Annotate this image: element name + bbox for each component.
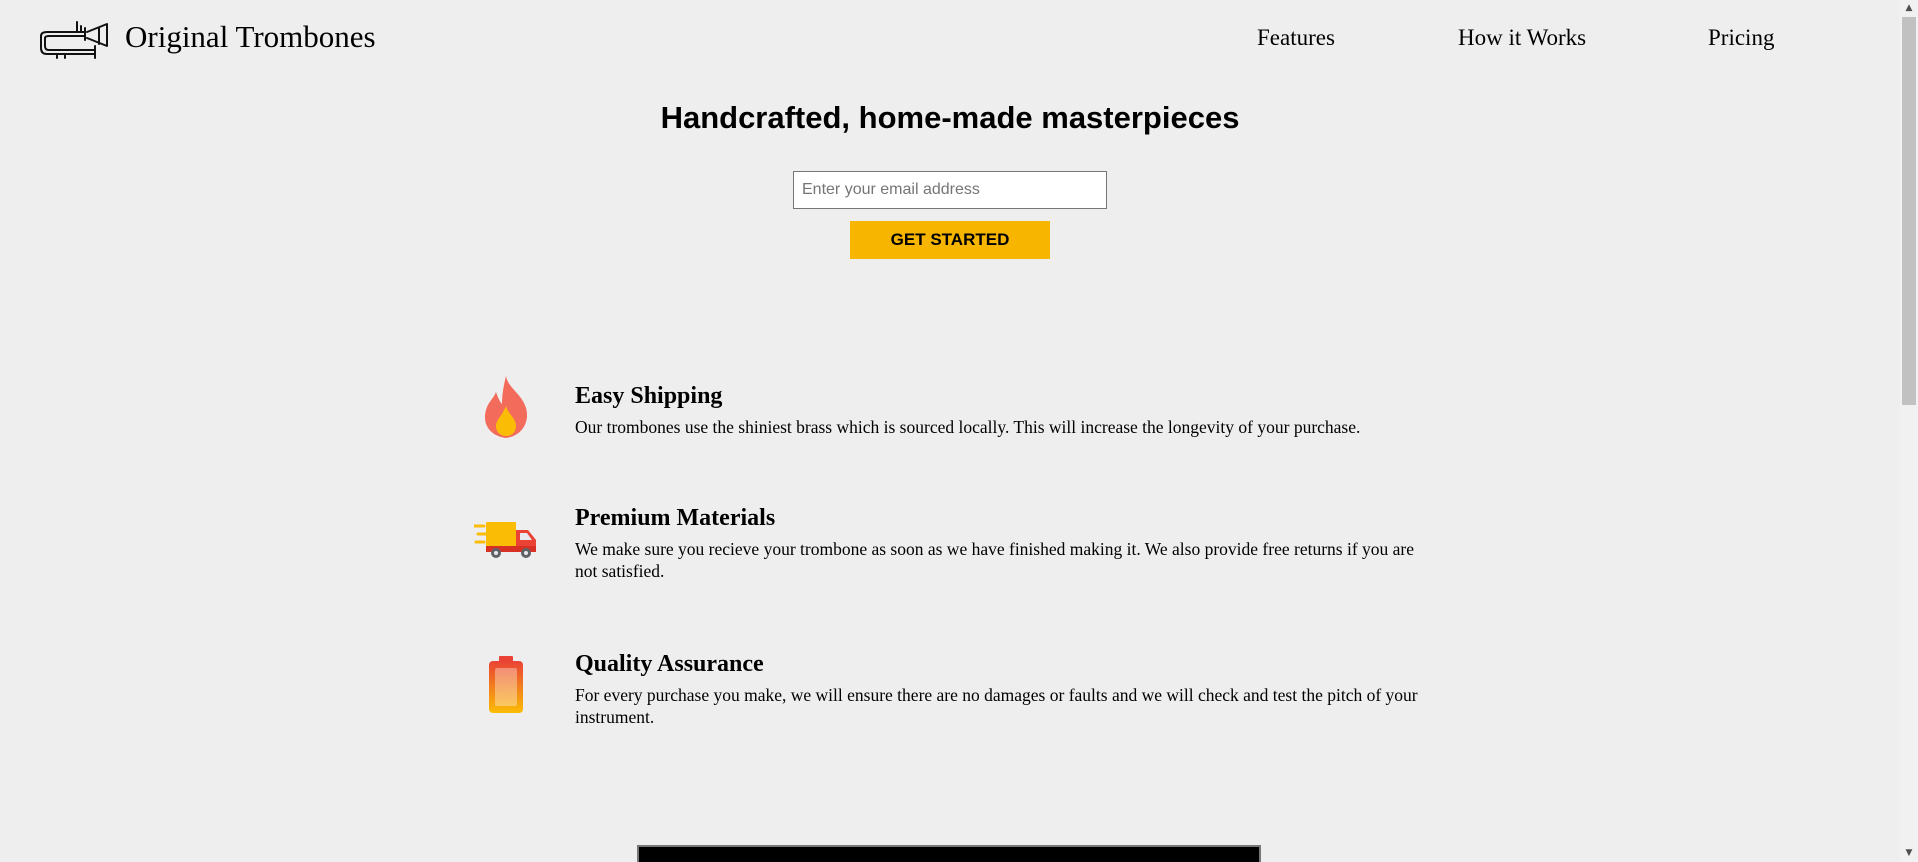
- feature-title-easy-shipping: Easy Shipping: [575, 383, 723, 409]
- hero-title: Handcrafted, home-made masterpieces: [660, 100, 1240, 135]
- trombone-icon[interactable]: [37, 14, 110, 62]
- nav-link-how-it-works[interactable]: How it Works: [1458, 25, 1586, 51]
- site-header: Original Trombones Features How it Works…: [0, 0, 1900, 80]
- nav-link-pricing[interactable]: Pricing: [1708, 25, 1774, 51]
- delivery-truck-icon: [474, 522, 536, 558]
- vertical-scrollbar[interactable]: ▲ ▼: [1900, 0, 1918, 862]
- feature-title-quality-assurance: Quality Assurance: [575, 651, 764, 677]
- battery-icon: [489, 656, 523, 713]
- scroll-up-arrow-icon[interactable]: ▲: [1900, 0, 1918, 17]
- feature-description-quality-assurance: For every purchase you make, we will ens…: [575, 685, 1418, 727]
- scrollbar-thumb[interactable]: [1902, 17, 1916, 405]
- nav-link-features[interactable]: Features: [1257, 25, 1335, 51]
- landing-page: Original Trombones Features How it Works…: [0, 0, 1918, 862]
- feature-description-premium-materials: We make sure you recieve your trombone a…: [575, 539, 1415, 581]
- feature-description-easy-shipping: Our trombones use the shiniest brass whi…: [575, 417, 1361, 437]
- email-input[interactable]: [793, 171, 1107, 209]
- get-started-button[interactable]: Get Started: [850, 221, 1050, 259]
- video-embed[interactable]: [637, 845, 1261, 862]
- scroll-down-arrow-icon[interactable]: ▼: [1900, 845, 1918, 862]
- feature-title-premium-materials: Premium Materials: [575, 505, 776, 531]
- fire-icon: [484, 376, 528, 438]
- brand-name: Original Trombones: [125, 19, 376, 54]
